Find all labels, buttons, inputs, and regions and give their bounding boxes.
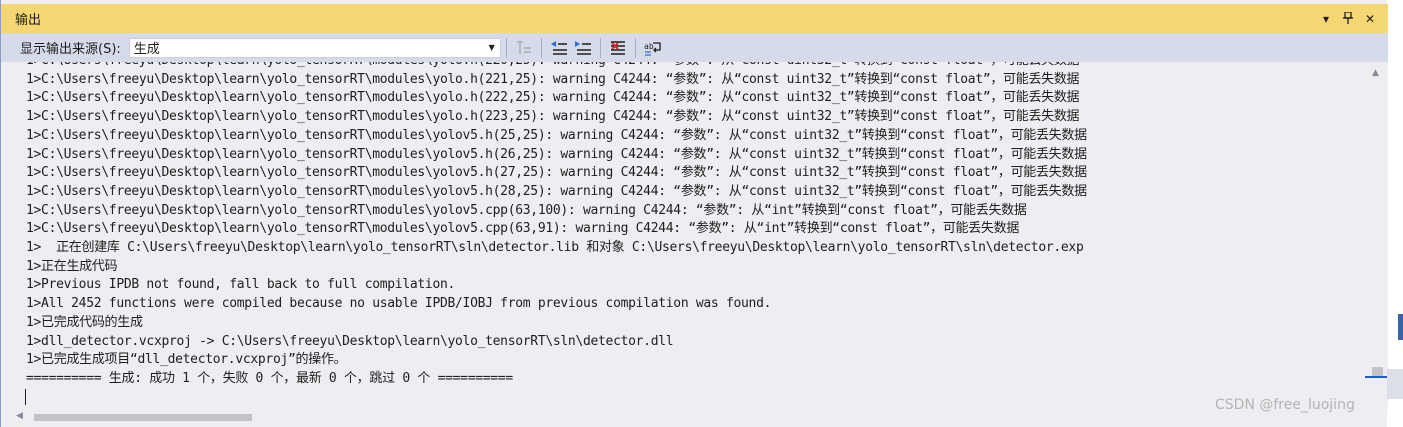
word-wrap-icon[interactable]: ab [642,37,664,59]
source-select[interactable]: 生成 ▼ [128,37,501,58]
clear-all-icon[interactable] [607,37,629,59]
output-line: 1>C:\Users\freeyu\Desktop\learn\yolo_ten… [26,183,1087,199]
output-line: 1>dll_detector.vcxproj -> C:\Users\freey… [26,333,674,349]
toolbar-separator [634,37,636,58]
watermark: CSDN @free_luojing [1215,397,1355,413]
close-icon[interactable]: ✕ [1364,13,1376,25]
adjacent-panel-tab [1398,314,1403,340]
output-line: 1>C:\Users\freeyu\Desktop\learn\yolo_ten… [26,71,1080,87]
output-line: ========== 生成: 成功 1 个，失败 0 个，最新 0 个，跳过 0… [26,370,513,386]
scroll-left-icon[interactable]: ◀ [16,411,23,421]
previous-message-icon[interactable] [548,37,570,59]
output-line: 1>C:\Users\freeyu\Desktop\learn\yolo_ten… [26,127,1087,143]
scroll-position-marker [1365,376,1387,378]
pin-icon[interactable] [1342,10,1354,26]
toolbar-separator [599,37,601,58]
output-line: 1>All 2452 functions were compiled becau… [26,296,772,312]
output-toolbar: 显示输出来源(S): 生成 ▼ ab [1,33,1388,62]
window-controls: ▾ ✕ [1320,10,1376,26]
output-line: 1>已完成生成项目“dll_detector.vcxproj”的操作。 [26,352,347,368]
output-line: 1>C:\Users\freeyu\Desktop\learn\yolo_ten… [26,221,1020,237]
window-title: 输出 [15,13,42,28]
go-to-line-icon[interactable] [513,37,535,59]
output-line: 1>C:\Users\freeyu\Desktop\learn\yolo_ten… [26,165,1087,181]
horizontal-scroll-thumb[interactable] [34,414,252,421]
output-line: 1>已完成代码的生成 [26,314,143,330]
source-label: 显示输出来源(S): [20,42,121,57]
title-bar: 输出 ▾ ✕ [1,4,1388,33]
text-cursor [25,389,26,405]
toolbar-separator [505,37,507,58]
toolbar-separator [540,37,542,58]
output-window: 输出 ▾ ✕ 显示输出来源(S): 生成 ▼ ab 1>C:\Users\fre… [0,0,1388,427]
svg-text:ab: ab [644,42,654,51]
dropdown-icon[interactable]: ▾ [1320,13,1332,25]
output-line: 1>正在生成代码 [26,258,118,274]
output-text-area[interactable]: 1>C:\Users\freeyu\Desktop\learn\yolo_ten… [2,62,1371,409]
output-line: 1> 正在创建库 C:\Users\freeyu\Desktop\learn\y… [26,240,1084,256]
next-message-icon[interactable] [572,37,594,59]
adjacent-panel-edge [1387,369,1403,399]
vertical-scrollbar[interactable]: ▲ [1365,62,1388,409]
horizontal-scrollbar[interactable]: ◀ [2,409,1368,427]
source-select-value: 生成 [133,42,160,57]
scroll-up-icon[interactable]: ▲ [1372,68,1379,78]
output-line: 1>C:\Users\freeyu\Desktop\learn\yolo_ten… [2,62,1371,71]
output-line: 1>C:\Users\freeyu\Desktop\learn\yolo_ten… [26,202,1027,218]
output-line: 1>C:\Users\freeyu\Desktop\learn\yolo_ten… [26,109,1080,125]
chevron-down-icon: ▼ [488,43,495,52]
output-line: 1>C:\Users\freeyu\Desktop\learn\yolo_ten… [26,146,1087,162]
output-line: 1>C:\Users\freeyu\Desktop\learn\yolo_ten… [26,90,1080,106]
output-line: 1>Previous IPDB not found, fall back to … [26,277,456,293]
